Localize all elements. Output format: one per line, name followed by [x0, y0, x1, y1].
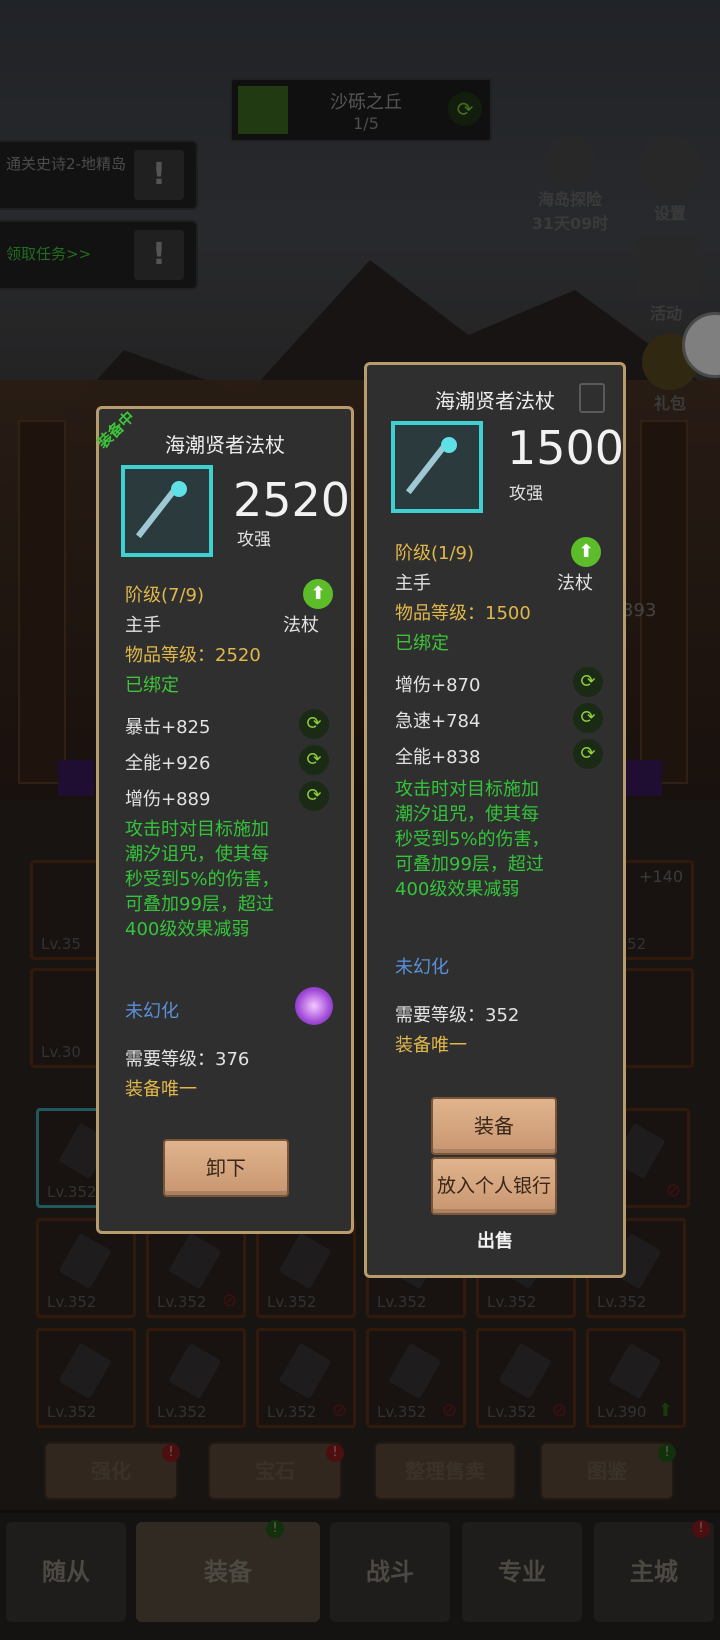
item-slot: 主手	[125, 615, 161, 636]
unique-equip: 装备唯一	[395, 1035, 467, 1056]
equipped-item-card: 装备中 海潮贤者法杖 2520 攻强 阶级(7/9) ⬆ 主手 法杖 物品等级：…	[94, 406, 354, 1234]
stat-line: 全能+838	[395, 747, 481, 768]
reforge-icon[interactable]: ⟳	[299, 745, 329, 775]
item-tier: 阶级(7/9)	[125, 585, 205, 606]
reforge-icon[interactable]: ⟳	[573, 739, 603, 769]
transmog-orb-icon[interactable]	[295, 987, 333, 1025]
effect-description: 攻击时对目标施加 潮汐诅咒，使其每 秒受到5%的伤害， 可叠加99层，超过 40…	[395, 779, 550, 900]
stat-line: 急速+784	[395, 711, 481, 732]
reforge-icon[interactable]: ⟳	[573, 703, 603, 733]
item-score: 1500	[507, 421, 625, 475]
stat-line: 全能+926	[125, 753, 211, 774]
item-score: 2520	[233, 473, 351, 527]
transmog-status: 未幻化	[395, 957, 449, 978]
upgrade-icon[interactable]: ⬆	[303, 579, 333, 609]
required-level: 需要等级：352	[395, 1005, 520, 1026]
reforge-icon[interactable]: ⟳	[299, 781, 329, 811]
bank-button[interactable]: 放入个人银行	[431, 1157, 557, 1215]
upgrade-icon[interactable]: ⬆	[571, 537, 601, 567]
bound-status: 已绑定	[395, 633, 449, 654]
sell-button[interactable]: 出售	[367, 1227, 623, 1253]
reforge-icon[interactable]: ⟳	[299, 709, 329, 739]
item-name: 海潮贤者法杖	[165, 433, 285, 457]
required-level: 需要等级：376	[125, 1049, 250, 1070]
reforge-icon[interactable]: ⟳	[573, 667, 603, 697]
transmog-status: 未幻化	[125, 1001, 179, 1022]
equip-button[interactable]: 装备	[431, 1097, 557, 1155]
item-slot: 主手	[395, 573, 431, 594]
staff-icon	[391, 421, 483, 513]
stat-line: 增伤+889	[125, 789, 211, 810]
bound-status: 已绑定	[125, 675, 179, 696]
stat-line: 暴击+825	[125, 717, 211, 738]
score-label: 攻强	[509, 484, 543, 504]
staff-icon	[121, 465, 213, 557]
item-type: 法杖	[283, 615, 319, 636]
item-level: 物品等级：2520	[125, 645, 261, 666]
score-label: 攻强	[237, 530, 271, 550]
unique-equip: 装备唯一	[125, 1079, 197, 1100]
unequip-button[interactable]: 卸下	[163, 1139, 289, 1197]
lock-icon[interactable]	[579, 383, 605, 413]
effect-description: 攻击时对目标施加 潮汐诅咒，使其每 秒受到5%的伤害， 可叠加99层，超过 40…	[125, 819, 280, 940]
item-level: 物品等级：1500	[395, 603, 531, 624]
stat-line: 增伤+870	[395, 675, 481, 696]
item-type: 法杖	[557, 573, 593, 594]
compare-item-card: 海潮贤者法杖 1500 攻强 阶级(1/9) ⬆ 主手 法杖 物品等级：1500…	[364, 362, 626, 1278]
item-tier: 阶级(1/9)	[395, 543, 475, 564]
